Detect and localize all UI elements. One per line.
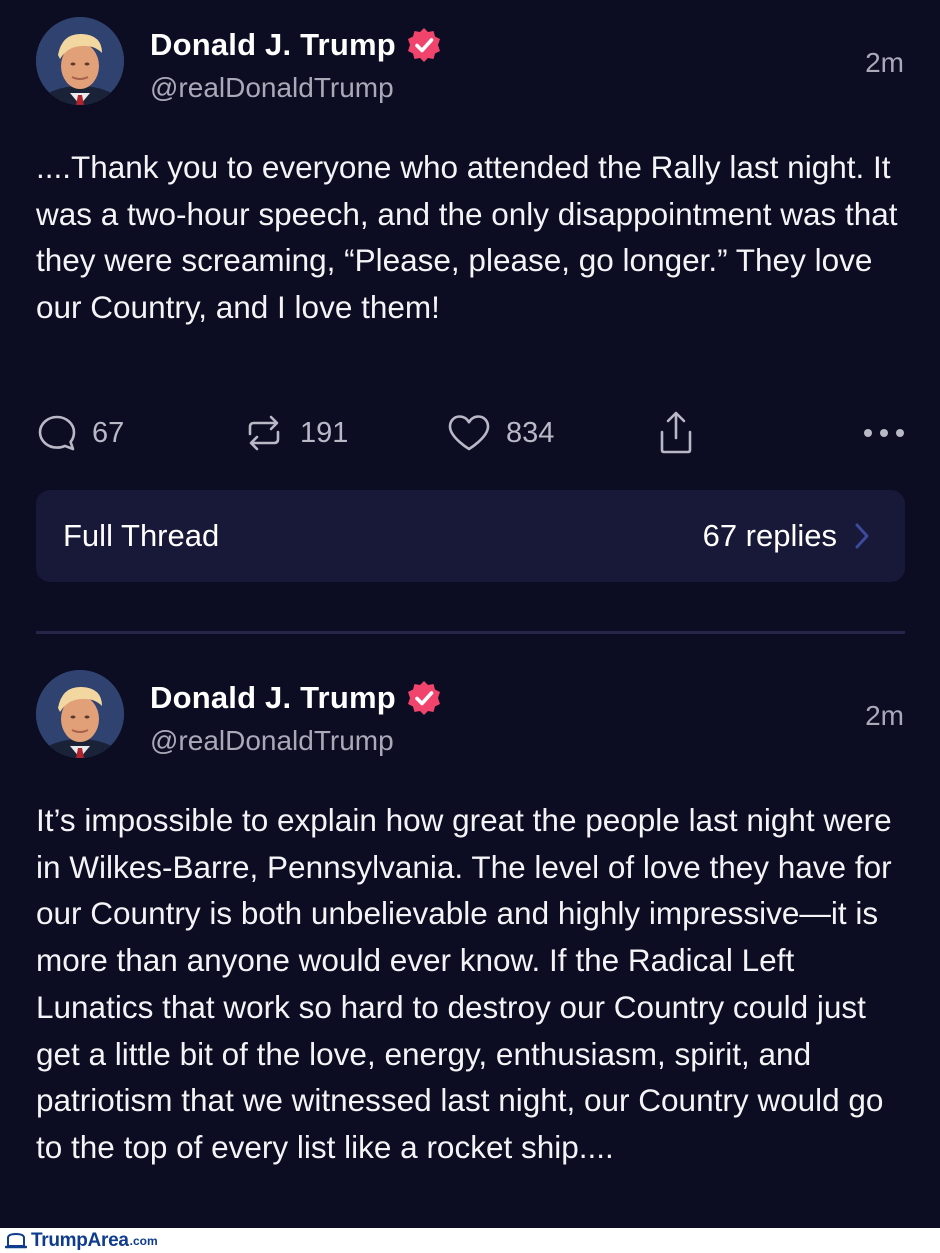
post-divider bbox=[36, 631, 905, 634]
full-thread-label: Full Thread bbox=[63, 518, 220, 553]
post-body: It’s impossible to explain how great the… bbox=[36, 802, 892, 1165]
chevron-right-icon bbox=[855, 523, 869, 549]
author-name[interactable]: Donald J. Trump bbox=[150, 27, 396, 63]
post-body: ....Thank you to everyone who attended t… bbox=[36, 149, 898, 326]
share-upload-icon bbox=[660, 411, 692, 454]
watermark-brand: TrumpArea bbox=[31, 1229, 129, 1251]
more-dots-icon bbox=[864, 429, 904, 437]
author-name[interactable]: Donald J. Trump bbox=[150, 680, 396, 716]
repost-button[interactable]: 191 bbox=[242, 410, 348, 456]
thread-reply-count: 67 replies bbox=[702, 518, 837, 553]
reply-button[interactable]: 67 bbox=[36, 410, 124, 456]
post-actions: 67 191 834 bbox=[36, 410, 906, 460]
share-button[interactable] bbox=[658, 410, 694, 456]
comment-bubble-icon bbox=[38, 415, 76, 451]
verified-badge-icon bbox=[407, 681, 440, 715]
reply-count: 67 bbox=[92, 416, 125, 449]
repost-count: 191 bbox=[300, 416, 349, 449]
like-button[interactable]: 834 bbox=[446, 410, 554, 456]
full-thread-link[interactable]: Full Thread 67 replies bbox=[36, 490, 905, 582]
hat-logo-icon bbox=[5, 1232, 27, 1248]
watermark-footer: TrumpArea .com bbox=[0, 1228, 940, 1253]
author-handle[interactable]: @realDonaldTrump bbox=[150, 72, 394, 104]
post-timestamp: 2m bbox=[865, 47, 904, 78]
like-count: 834 bbox=[506, 416, 555, 449]
post-timestamp: 2m bbox=[865, 700, 904, 731]
avatar[interactable] bbox=[36, 670, 124, 758]
feed: Donald J. Trump @realDonaldTrump 2m ....… bbox=[0, 0, 940, 1253]
watermark-suffix: .com bbox=[129, 1233, 158, 1248]
author-handle[interactable]: @realDonaldTrump bbox=[150, 725, 394, 757]
verified-badge-icon bbox=[407, 28, 440, 62]
heart-icon bbox=[448, 415, 490, 451]
repost-arrows-icon bbox=[248, 415, 280, 451]
avatar[interactable] bbox=[36, 17, 124, 105]
more-button[interactable] bbox=[862, 410, 906, 456]
